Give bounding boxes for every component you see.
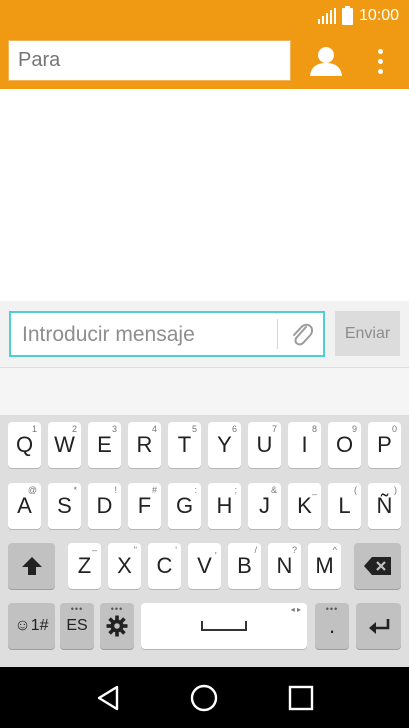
cursor-arrows-icon: ◂ ▸ bbox=[290, 605, 301, 614]
shift-icon bbox=[21, 557, 42, 575]
suggestion-bar bbox=[0, 367, 409, 416]
key-p[interactable]: P0 bbox=[368, 422, 401, 468]
shift-key[interactable] bbox=[8, 543, 55, 589]
key-t[interactable]: T5 bbox=[168, 422, 201, 468]
key-e[interactable]: E3 bbox=[88, 422, 121, 468]
key-k[interactable]: K _ bbox=[288, 483, 321, 529]
key-n-tilde[interactable]: Ñ) bbox=[368, 483, 401, 529]
language-key[interactable]: ••• ES bbox=[60, 603, 94, 649]
input-divider bbox=[277, 319, 278, 349]
enter-icon bbox=[368, 619, 389, 634]
key-b[interactable]: B / bbox=[228, 543, 261, 589]
key-v[interactable]: V, bbox=[188, 543, 221, 589]
key-j[interactable]: J & bbox=[248, 483, 281, 529]
messaging-screen: 10:00 Introducir mensaje Enviar bbox=[0, 0, 409, 728]
key-u[interactable]: U7 bbox=[248, 422, 281, 468]
key-w[interactable]: W2 bbox=[48, 422, 81, 468]
key-q[interactable]: Q1 bbox=[8, 422, 41, 468]
action-bar bbox=[0, 32, 409, 89]
home-button[interactable] bbox=[184, 678, 224, 718]
back-button[interactable] bbox=[88, 678, 128, 718]
signal-icon bbox=[317, 8, 336, 24]
key-r[interactable]: R4 bbox=[128, 422, 161, 468]
key-d[interactable]: D! bbox=[88, 483, 121, 529]
key-n[interactable]: N? bbox=[268, 543, 301, 589]
key-m[interactable]: M ^ bbox=[308, 543, 341, 589]
status-bar: 10:00 bbox=[0, 0, 409, 32]
recents-button[interactable] bbox=[281, 678, 321, 718]
gear-icon bbox=[106, 615, 128, 637]
backspace-icon bbox=[363, 557, 391, 575]
send-button[interactable]: Enviar bbox=[335, 311, 400, 356]
recipient-input[interactable] bbox=[8, 40, 291, 81]
key-y[interactable]: Y6 bbox=[208, 422, 241, 468]
message-input[interactable]: Introducir mensaje bbox=[9, 311, 325, 357]
composer-bar: Introducir mensaje Enviar bbox=[0, 301, 409, 416]
message-placeholder: Introducir mensaje bbox=[22, 323, 195, 346]
overflow-menu-icon bbox=[377, 48, 383, 54]
symbols-key[interactable]: ☺1# bbox=[8, 603, 55, 649]
space-key[interactable]: ◂ ▸ bbox=[141, 603, 307, 649]
keyboard: Q1 W2 E3 R4 T5 Y6 U7 I8 O9 P0 A @ S * D! F… bbox=[0, 416, 409, 667]
conversation-area bbox=[0, 89, 409, 301]
key-c[interactable]: C ' bbox=[148, 543, 181, 589]
navigation-bar bbox=[0, 667, 409, 728]
key-s[interactable]: S * bbox=[48, 483, 81, 529]
paperclip-icon bbox=[293, 323, 314, 346]
person-icon bbox=[310, 47, 342, 76]
key-z[interactable]: Z – bbox=[68, 543, 101, 589]
battery-icon bbox=[341, 5, 353, 25]
key-o[interactable]: O9 bbox=[328, 422, 361, 468]
key-g[interactable]: G: bbox=[168, 483, 201, 529]
key-l[interactable]: L( bbox=[328, 483, 361, 529]
status-time: 10:00 bbox=[358, 7, 399, 24]
key-i[interactable]: I8 bbox=[288, 422, 321, 468]
overflow-menu-button[interactable] bbox=[366, 41, 394, 81]
recents-square-icon bbox=[288, 685, 314, 710]
key-x[interactable]: X " bbox=[108, 543, 141, 589]
key-h[interactable]: H; bbox=[208, 483, 241, 529]
home-circle-icon bbox=[191, 684, 218, 711]
back-triangle-icon bbox=[97, 685, 119, 710]
contacts-button[interactable] bbox=[304, 41, 348, 81]
enter-key[interactable] bbox=[356, 603, 401, 649]
backspace-key[interactable] bbox=[354, 543, 401, 589]
attach-button[interactable] bbox=[285, 317, 319, 353]
space-icon bbox=[201, 621, 247, 631]
period-key[interactable]: ••• . bbox=[315, 603, 349, 649]
settings-key[interactable]: ••• bbox=[100, 603, 134, 649]
key-a[interactable]: A @ bbox=[8, 483, 41, 529]
key-f[interactable]: F # bbox=[128, 483, 161, 529]
